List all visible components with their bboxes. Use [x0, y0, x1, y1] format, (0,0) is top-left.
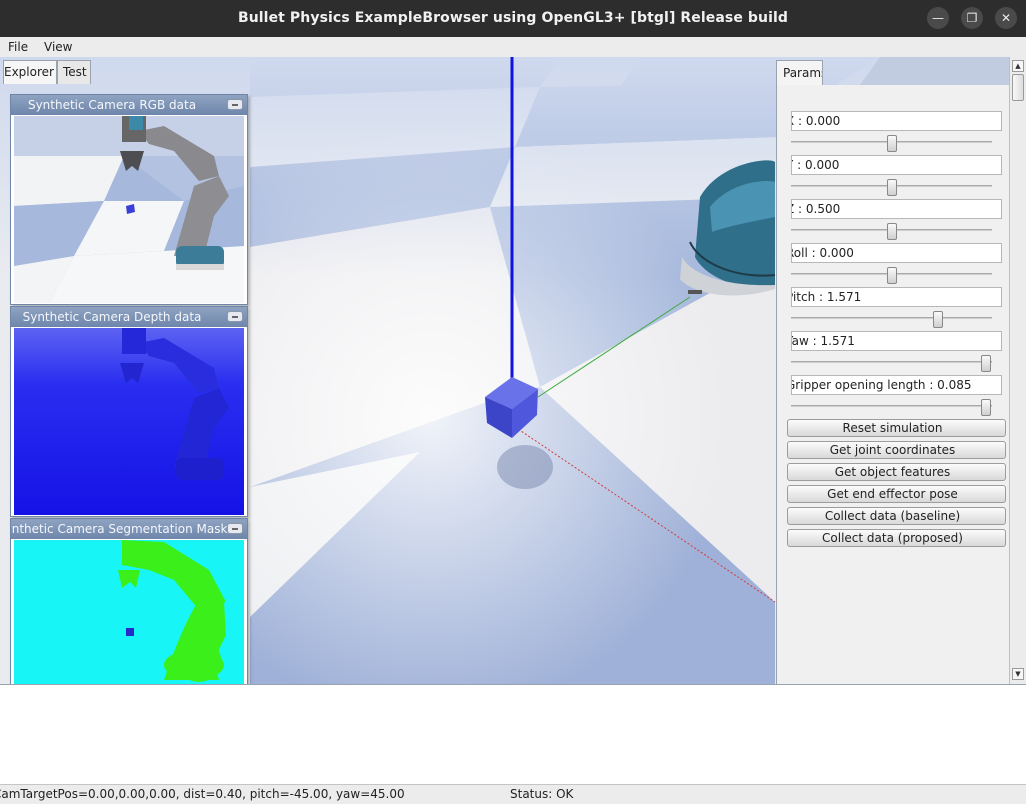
param-yaw-field[interactable]: Yaw : 1.571 — [791, 331, 1002, 351]
camera-rgb-title-bar[interactable]: Synthetic Camera RGB data — [11, 95, 247, 115]
camera-depth-image — [14, 328, 244, 515]
title-bar: Bullet Physics ExampleBrowser using Open… — [0, 0, 1026, 37]
param-z-slider[interactable] — [791, 223, 992, 240]
close-icon: ✕ — [1000, 11, 1012, 25]
camera-segmentation-title: Synthetic Camera Segmentation Mask — [11, 522, 228, 536]
camera-segmentation-minimize-icon[interactable] — [227, 523, 243, 534]
get-end-effector-pose-button[interactable]: Get end effector pose — [787, 485, 1006, 503]
scroll-up-icon[interactable]: ▲ — [1012, 60, 1024, 72]
scroll-down-icon[interactable]: ▼ — [1012, 668, 1024, 680]
example-browser-window: Bullet Physics ExampleBrowser using Open… — [0, 0, 1026, 804]
camera-segmentation-title-bar[interactable]: Synthetic Camera Segmentation Mask — [11, 519, 247, 539]
maximize-button[interactable]: ❐ — [961, 7, 983, 29]
slider-knob[interactable] — [886, 223, 897, 240]
collect-data-baseline-button[interactable]: Collect data (baseline) — [787, 507, 1006, 525]
minimize-button[interactable]: — — [927, 7, 949, 29]
params-panel: X : 0.000 Y : 0.000 Z : 0.500 Roll : 0.0… — [776, 85, 1009, 684]
status-bar: CamTargetPos=0.00,0.00,0.00, dist=0.40, … — [0, 784, 1026, 804]
menu-bar: File View — [0, 37, 1026, 57]
param-gripper-field[interactable]: Gripper opening length : 0.085 — [791, 375, 1002, 395]
status-text: Status: OK — [510, 787, 574, 801]
close-button[interactable]: ✕ — [995, 7, 1017, 29]
minimize-icon: — — [932, 11, 944, 25]
camera-status-text: CamTargetPos=0.00,0.00,0.00, dist=0.40, … — [0, 787, 405, 801]
param-roll-slider[interactable] — [791, 267, 992, 284]
tab-test[interactable]: Test — [57, 60, 91, 84]
camera-rgb-minimize-icon[interactable] — [227, 99, 243, 110]
camera-depth-title-bar[interactable]: Synthetic Camera Depth data — [11, 307, 247, 327]
slider-knob[interactable] — [886, 267, 897, 284]
maximize-icon: ❐ — [966, 11, 978, 25]
slider-knob[interactable] — [886, 179, 897, 196]
console-area — [0, 684, 1026, 784]
menu-file[interactable]: File — [8, 40, 28, 54]
param-x-slider[interactable] — [791, 135, 992, 152]
slider-knob[interactable] — [886, 135, 897, 152]
collect-data-proposed-button[interactable]: Collect data (proposed) — [787, 529, 1006, 547]
param-pitch-slider[interactable] — [791, 311, 992, 328]
params-scrollbar[interactable]: ▲ ▼ — [1009, 57, 1026, 684]
camera-depth-window[interactable]: Synthetic Camera Depth data — [10, 306, 248, 517]
tab-explorer[interactable]: Explorer — [3, 60, 57, 84]
slider-knob[interactable] — [980, 355, 991, 372]
param-z-field[interactable]: Z : 0.500 — [791, 199, 1002, 219]
menu-view[interactable]: View — [44, 40, 72, 54]
slider-knob[interactable] — [932, 311, 943, 328]
camera-depth-title: Synthetic Camera Depth data — [22, 310, 202, 324]
param-gripper-slider[interactable] — [791, 399, 992, 416]
slider-knob[interactable] — [980, 399, 991, 416]
tab-params[interactable]: Params — [776, 60, 823, 86]
param-roll-field[interactable]: Roll : 0.000 — [791, 243, 1002, 263]
param-pitch-field[interactable]: Pitch : 1.571 — [791, 287, 1002, 307]
window-title: Bullet Physics ExampleBrowser using Open… — [237, 10, 789, 26]
param-x-field[interactable]: X : 0.000 — [791, 111, 1002, 131]
camera-depth-minimize-icon[interactable] — [227, 311, 243, 322]
get-object-features-button[interactable]: Get object features — [787, 463, 1006, 481]
scroll-thumb[interactable] — [1012, 74, 1024, 101]
param-yaw-slider[interactable] — [791, 355, 992, 372]
camera-rgb-title: Synthetic Camera RGB data — [27, 98, 197, 112]
camera-rgb-image — [14, 116, 244, 303]
get-joint-coordinates-button[interactable]: Get joint coordinates — [787, 441, 1006, 459]
camera-rgb-window[interactable]: Synthetic Camera RGB data — [10, 94, 248, 305]
param-y-field[interactable]: Y : 0.000 — [791, 155, 1002, 175]
param-y-slider[interactable] — [791, 179, 992, 196]
reset-simulation-button[interactable]: Reset simulation — [787, 419, 1006, 437]
